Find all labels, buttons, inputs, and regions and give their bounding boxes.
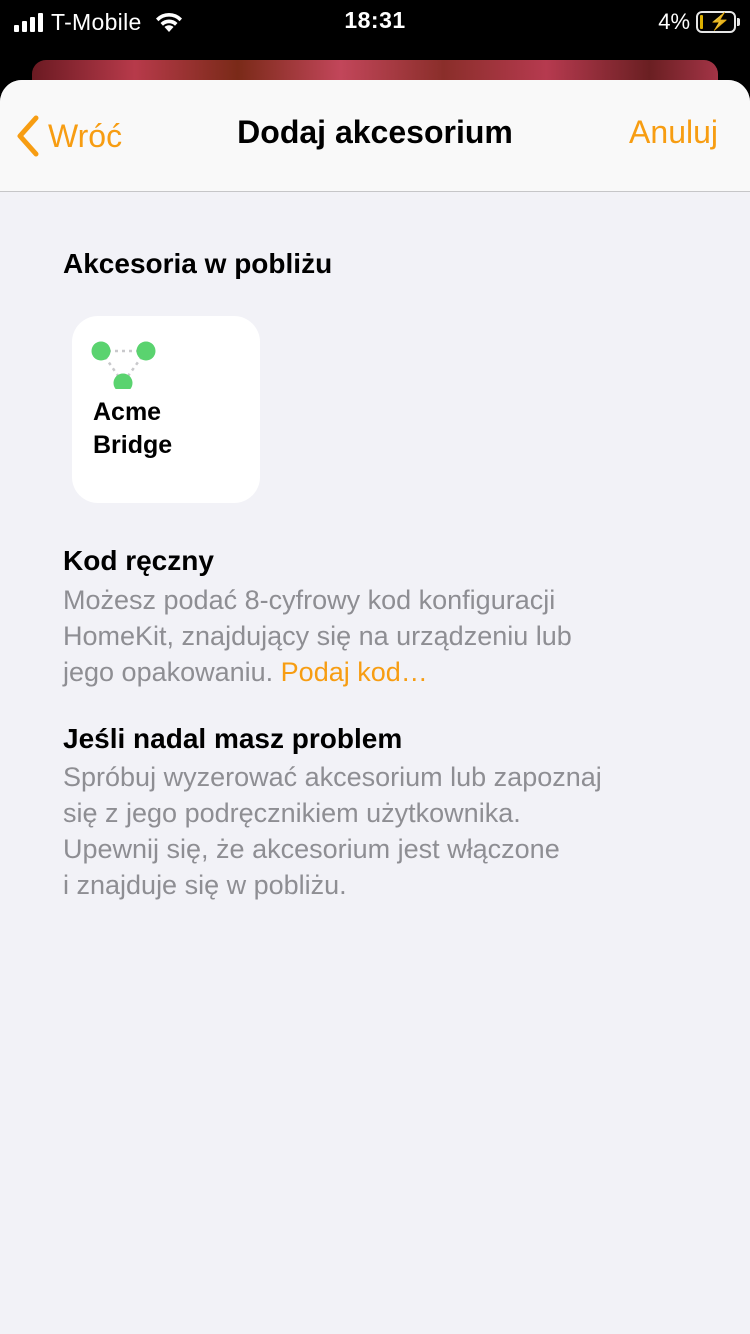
- help-line-4: i znajduje się w pobliżu.: [63, 870, 347, 900]
- status-right: 4% ⚡: [658, 8, 740, 36]
- navigation-bar: Wróć Dodaj akcesorium Anuluj: [0, 80, 750, 192]
- help-line-2: się z jego podręcznikiem użytkownika.: [63, 798, 521, 828]
- manual-code-line-2: HomeKit, znajdujący się na urządzeniu lu…: [63, 621, 572, 651]
- manual-code-heading: Kod ręczny: [63, 545, 214, 576]
- cancel-button[interactable]: Anuluj: [629, 114, 718, 151]
- accessory-name: Acme Bridge: [93, 396, 172, 462]
- enter-code-link[interactable]: Podaj kod…: [281, 657, 428, 687]
- nearby-accessories-heading: Akcesoria w pobliżu: [63, 248, 333, 279]
- battery-charging-icon: ⚡: [696, 11, 740, 33]
- accessory-tile-acme-bridge[interactable]: Acme Bridge: [72, 316, 260, 503]
- add-accessory-sheet: Wróć Dodaj akcesorium Anuluj Akcesoria w…: [0, 80, 750, 1334]
- accessory-name-line-2: Bridge: [93, 431, 173, 459]
- manual-code-line-3-text: jego opakowaniu.: [63, 657, 281, 687]
- help-line-1: Spróbuj wyzerować akcesorium lub zapozna…: [63, 762, 602, 792]
- chevron-left-icon: [17, 115, 39, 157]
- manual-code-line-3: jego opakowaniu. Podaj kod…: [63, 654, 703, 690]
- still-problem-heading: Jeśli nadal masz problem: [63, 723, 403, 754]
- battery-percentage: 4%: [658, 9, 690, 34]
- bridge-nodes-icon: [91, 341, 156, 389]
- status-bar: T-Mobile 18:31 4% ⚡: [0, 0, 750, 44]
- accessory-name-line-1: Acme: [93, 398, 162, 426]
- back-button-label: Wróć: [48, 117, 123, 154]
- clock: 18:31: [344, 7, 406, 33]
- still-problem-description: Spróbuj wyzerować akcesorium lub zapozna…: [63, 759, 703, 903]
- manual-code-description: Możesz podać 8-cyfrowy kod konfiguracji …: [63, 582, 703, 690]
- help-line-3: Upewnij się, że akcesorium jest włączone: [63, 834, 560, 864]
- back-button[interactable]: Wróć: [16, 110, 122, 162]
- manual-code-line-1: Możesz podać 8-cyfrowy kod konfiguracji: [63, 585, 556, 615]
